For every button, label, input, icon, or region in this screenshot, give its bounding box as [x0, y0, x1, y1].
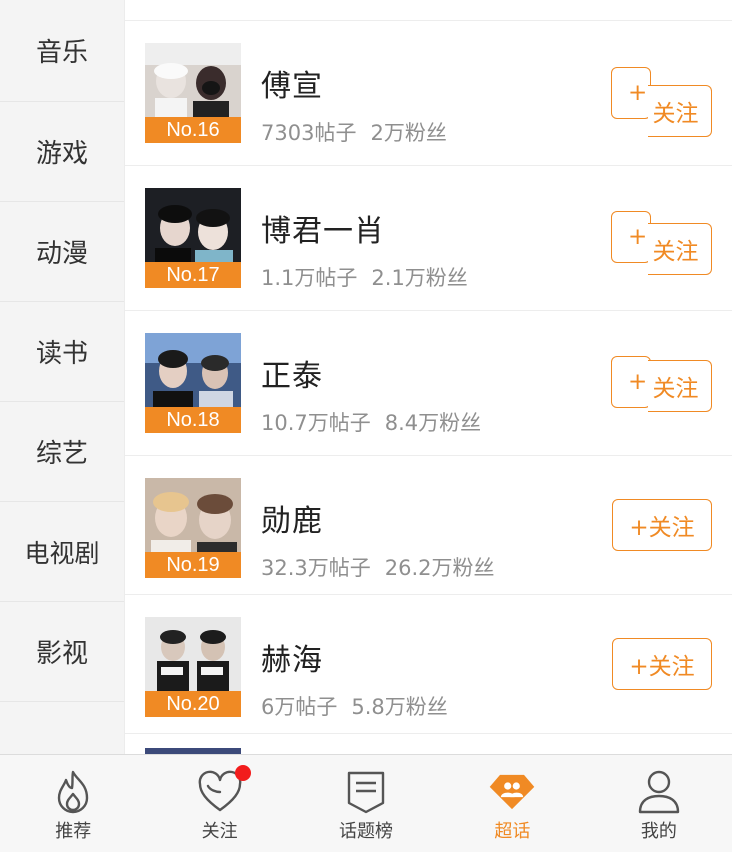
topic-thumbnail: No.16 — [145, 43, 241, 143]
tab-label: 推荐 — [55, 821, 92, 842]
sidebar-item-music[interactable]: 音乐 — [0, 0, 124, 102]
topic-thumbnail: No.17 — [145, 188, 241, 288]
flame-icon — [49, 767, 97, 817]
follow-button[interactable]: 关注 — [648, 85, 712, 137]
post-count: 7303帖子 — [261, 121, 357, 145]
list-item — [125, 0, 732, 21]
tab-topic-ranking[interactable]: 话题榜 — [293, 755, 439, 852]
sidebar-item-variety[interactable]: 综艺 — [0, 402, 124, 502]
follow-button-ghost: + — [611, 67, 651, 119]
fan-count: 5.8万粉丝 — [351, 695, 448, 719]
category-sidebar: 音乐 游戏 动漫 读书 综艺 电视剧 影视 情感 — [0, 0, 125, 754]
sidebar-item-anime[interactable]: 动漫 — [0, 202, 124, 302]
follow-button[interactable]: +关注 — [612, 638, 712, 690]
follow-button[interactable]: +关注 — [612, 499, 712, 551]
topic-name: 勋鹿 — [261, 504, 323, 539]
follow-button-ghost: + — [611, 356, 651, 408]
topic-name: 傅宣 — [261, 69, 323, 104]
profile-icon — [635, 767, 683, 817]
tab-recommend[interactable]: 推荐 — [0, 755, 146, 852]
topic-stats: 10.7万帖子 8.4万粉丝 — [261, 407, 481, 437]
tab-super-topic[interactable]: 超话 — [439, 755, 585, 852]
sidebar-item-books[interactable]: 读书 — [0, 302, 124, 402]
bottom-tab-bar: 推荐 关注 话题榜 超话 我的 — [0, 754, 732, 852]
post-count: 32.3万帖子 — [261, 556, 371, 580]
fan-count: 8.4万粉丝 — [384, 411, 482, 435]
list-icon — [342, 767, 390, 817]
topic-stats: 7303帖子 2万粉丝 — [261, 117, 447, 147]
post-count: 10.7万帖子 — [261, 411, 371, 435]
topic-thumbnail: No.19 — [145, 478, 241, 578]
topic-name: 正泰 — [261, 359, 323, 394]
sidebar-item-emotion[interactable]: 情感 — [0, 702, 124, 754]
rank-badge: No.16 — [145, 117, 241, 143]
rank-badge: No.20 — [145, 691, 241, 717]
topic-thumbnail: No.18 — [145, 333, 241, 433]
topic-name: 博君一肖 — [261, 214, 385, 249]
follow-button[interactable]: 关注 — [648, 360, 712, 412]
topic-stats: 6万帖子 5.8万粉丝 — [261, 691, 448, 721]
super-topic-icon — [488, 767, 536, 817]
topic-name: 赫海 — [261, 643, 323, 678]
fan-count: 26.2万粉丝 — [384, 556, 495, 580]
rank-badge: No.17 — [145, 262, 241, 288]
follow-button[interactable]: 关注 — [648, 223, 712, 275]
sidebar-item-tv-series[interactable]: 电视剧 — [0, 502, 124, 602]
tab-me[interactable]: 我的 — [586, 755, 732, 852]
list-item — [125, 734, 732, 754]
tab-label: 超话 — [494, 821, 531, 842]
tab-label: 我的 — [640, 821, 677, 842]
tab-label: 关注 — [201, 821, 238, 842]
rank-badge: No.19 — [145, 552, 241, 578]
sidebar-item-games[interactable]: 游戏 — [0, 102, 124, 202]
topic-stats: 1.1万帖子 2.1万粉丝 — [261, 262, 468, 292]
post-count: 6万帖子 — [261, 695, 338, 719]
topic-thumbnail: No.20 — [145, 617, 241, 717]
follow-button-ghost: + — [611, 211, 651, 263]
fan-count: 2万粉丝 — [370, 121, 447, 145]
notification-badge — [234, 765, 251, 781]
sidebar-item-film[interactable]: 影视 — [0, 602, 124, 702]
post-count: 1.1万帖子 — [261, 266, 358, 290]
rank-badge: No.18 — [145, 407, 241, 433]
tab-label: 话题榜 — [339, 821, 394, 842]
tab-follow[interactable]: 关注 — [146, 755, 292, 852]
fan-count: 2.1万粉丝 — [371, 266, 468, 290]
topic-stats: 32.3万帖子 26.2万粉丝 — [261, 552, 495, 582]
